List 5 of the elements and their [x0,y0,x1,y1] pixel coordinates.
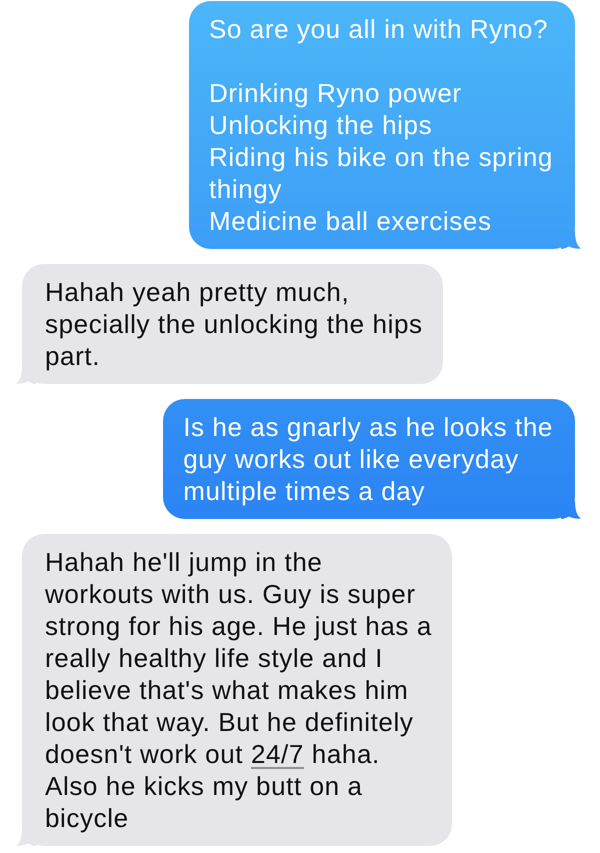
message-text: Hahah yeah pretty much, specially the unlocking the hips part. [45,276,423,372]
message-text: So are you all in with Ryno? Drinking Ryno power Unlocking the hips Riding his bike on the spring thingy Medicine ball exercises [208,13,553,237]
message-text: Hahah he'll jump in the workouts with us. Guy is super strong for his age. He just has a really healthy life style and I believe that's what makes him look that way. But he definitely doesn't work out 24/7 haha. Also he kicks my butt on a bicycle [45,546,432,834]
underlined-link[interactable]: 24/7 [250,739,304,769]
message-text: Is he as gnarly as he looks the guy works out like everyday multiple times a day [183,411,553,507]
